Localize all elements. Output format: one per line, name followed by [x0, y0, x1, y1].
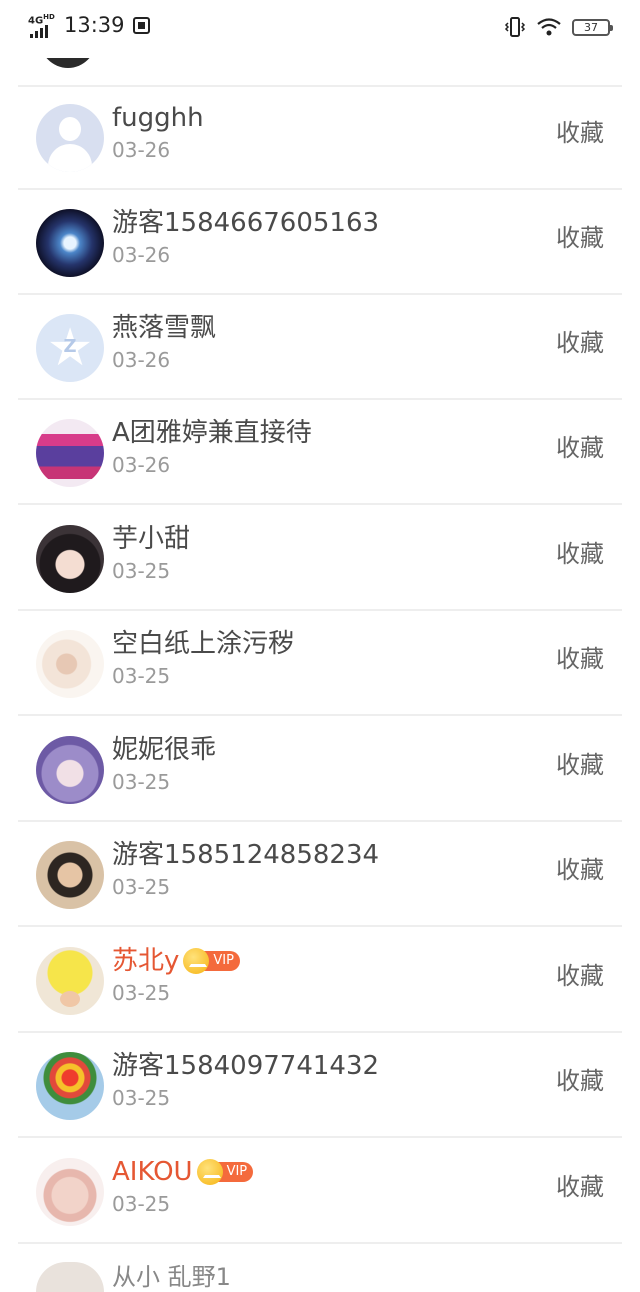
- favorite-button[interactable]: 收藏: [556, 431, 604, 465]
- list-item[interactable]: 游客1584667605163 03-26 收藏: [18, 191, 622, 295]
- username[interactable]: fugghh: [112, 100, 204, 136]
- username[interactable]: A团雅婷兼直接待: [112, 415, 312, 451]
- avatar[interactable]: [36, 1262, 104, 1292]
- date-label: 03-25: [112, 770, 171, 794]
- username[interactable]: 燕落雪飘: [112, 310, 216, 346]
- list-item[interactable]: 空白纸上涂污秽 03-25 收藏: [18, 612, 622, 716]
- list-item[interactable]: 游客1584097741432 03-25 收藏: [18, 1034, 622, 1138]
- favorite-button[interactable]: 收藏: [556, 1170, 604, 1204]
- date-label: 03-25: [112, 1086, 171, 1110]
- avatar[interactable]: [36, 841, 104, 909]
- avatar[interactable]: [36, 419, 104, 487]
- avatar[interactable]: [36, 1158, 104, 1226]
- avatar[interactable]: [36, 104, 104, 172]
- date-label: 03-25: [112, 559, 171, 583]
- avatar[interactable]: [36, 947, 104, 1015]
- vibrate-icon: [504, 17, 526, 37]
- date-label: 03-26: [112, 453, 171, 477]
- date-label: 03-25: [112, 875, 171, 899]
- date-label: 03-25: [112, 1192, 171, 1216]
- favorite-button[interactable]: 收藏: [556, 221, 604, 255]
- date-label: 03-26: [112, 138, 171, 162]
- list-item[interactable]: 芋小甜 03-25 收藏: [18, 507, 622, 611]
- username-partial[interactable]: 从小 乱野1: [112, 1262, 231, 1292]
- list-item[interactable]: 苏北y VIP 03-25 收藏: [18, 929, 622, 1033]
- list-item[interactable]: 燕落雪飘 03-26 收藏: [18, 296, 622, 400]
- avatar[interactable]: [36, 525, 104, 593]
- list-item[interactable]: A团雅婷兼直接待 03-26 收藏: [18, 401, 622, 505]
- list-item[interactable]: 妮妮很乖 03-25 收藏: [18, 718, 622, 822]
- screenshot-icon: [132, 16, 150, 34]
- network-hd: HD: [43, 13, 55, 21]
- crown-icon: [196, 1159, 223, 1185]
- vip-badge: VIP: [196, 1159, 254, 1185]
- avatar[interactable]: [36, 1052, 104, 1120]
- vip-badge: VIP: [183, 948, 240, 974]
- clock: 13:39: [64, 13, 125, 37]
- list-item[interactable]: 游客1585124858234 03-25 收藏: [18, 823, 622, 927]
- signal-icon: 4GHD: [28, 12, 58, 38]
- battery-icon: 37: [572, 18, 613, 36]
- date-label: 03-25: [112, 981, 171, 1005]
- list-item[interactable]: fugghh 03-26 收藏: [18, 86, 622, 190]
- avatar[interactable]: [36, 314, 104, 382]
- battery-level: 37: [584, 20, 598, 34]
- date-label: 03-25: [112, 664, 171, 688]
- favorite-button[interactable]: 收藏: [556, 1064, 604, 1098]
- username[interactable]: 芋小甜: [112, 521, 190, 557]
- favorite-button[interactable]: 收藏: [556, 853, 604, 887]
- avatar[interactable]: [36, 736, 104, 804]
- date-label: 03-26: [112, 243, 171, 267]
- status-bar: 4GHD 13:39 37: [0, 0, 640, 58]
- favorite-button[interactable]: 收藏: [556, 748, 604, 782]
- wifi-icon: [537, 18, 561, 36]
- favorite-button[interactable]: 收藏: [556, 326, 604, 360]
- favorite-button[interactable]: 收藏: [556, 959, 604, 993]
- favorite-button[interactable]: 收藏: [556, 642, 604, 676]
- favorite-button[interactable]: 收藏: [556, 537, 604, 571]
- date-label: 03-26: [112, 348, 171, 372]
- avatar[interactable]: [36, 209, 104, 277]
- username[interactable]: AIKOU: [112, 1154, 193, 1190]
- list-item[interactable]: AIKOU VIP 03-25 收藏: [18, 1140, 622, 1244]
- avatar[interactable]: [36, 630, 104, 698]
- favorite-button[interactable]: 收藏: [556, 116, 604, 150]
- username[interactable]: 苏北y: [112, 943, 179, 979]
- username[interactable]: 空白纸上涂污秽: [112, 626, 294, 662]
- username[interactable]: 妮妮很乖: [112, 732, 216, 768]
- username[interactable]: 游客1585124858234: [112, 837, 379, 873]
- favorites-list: fugghh 03-26 收藏 游客1584667605163 03-26 收藏…: [0, 0, 640, 1292]
- username[interactable]: 游客1584097741432: [112, 1048, 379, 1084]
- username[interactable]: 游客1584667605163: [112, 205, 379, 241]
